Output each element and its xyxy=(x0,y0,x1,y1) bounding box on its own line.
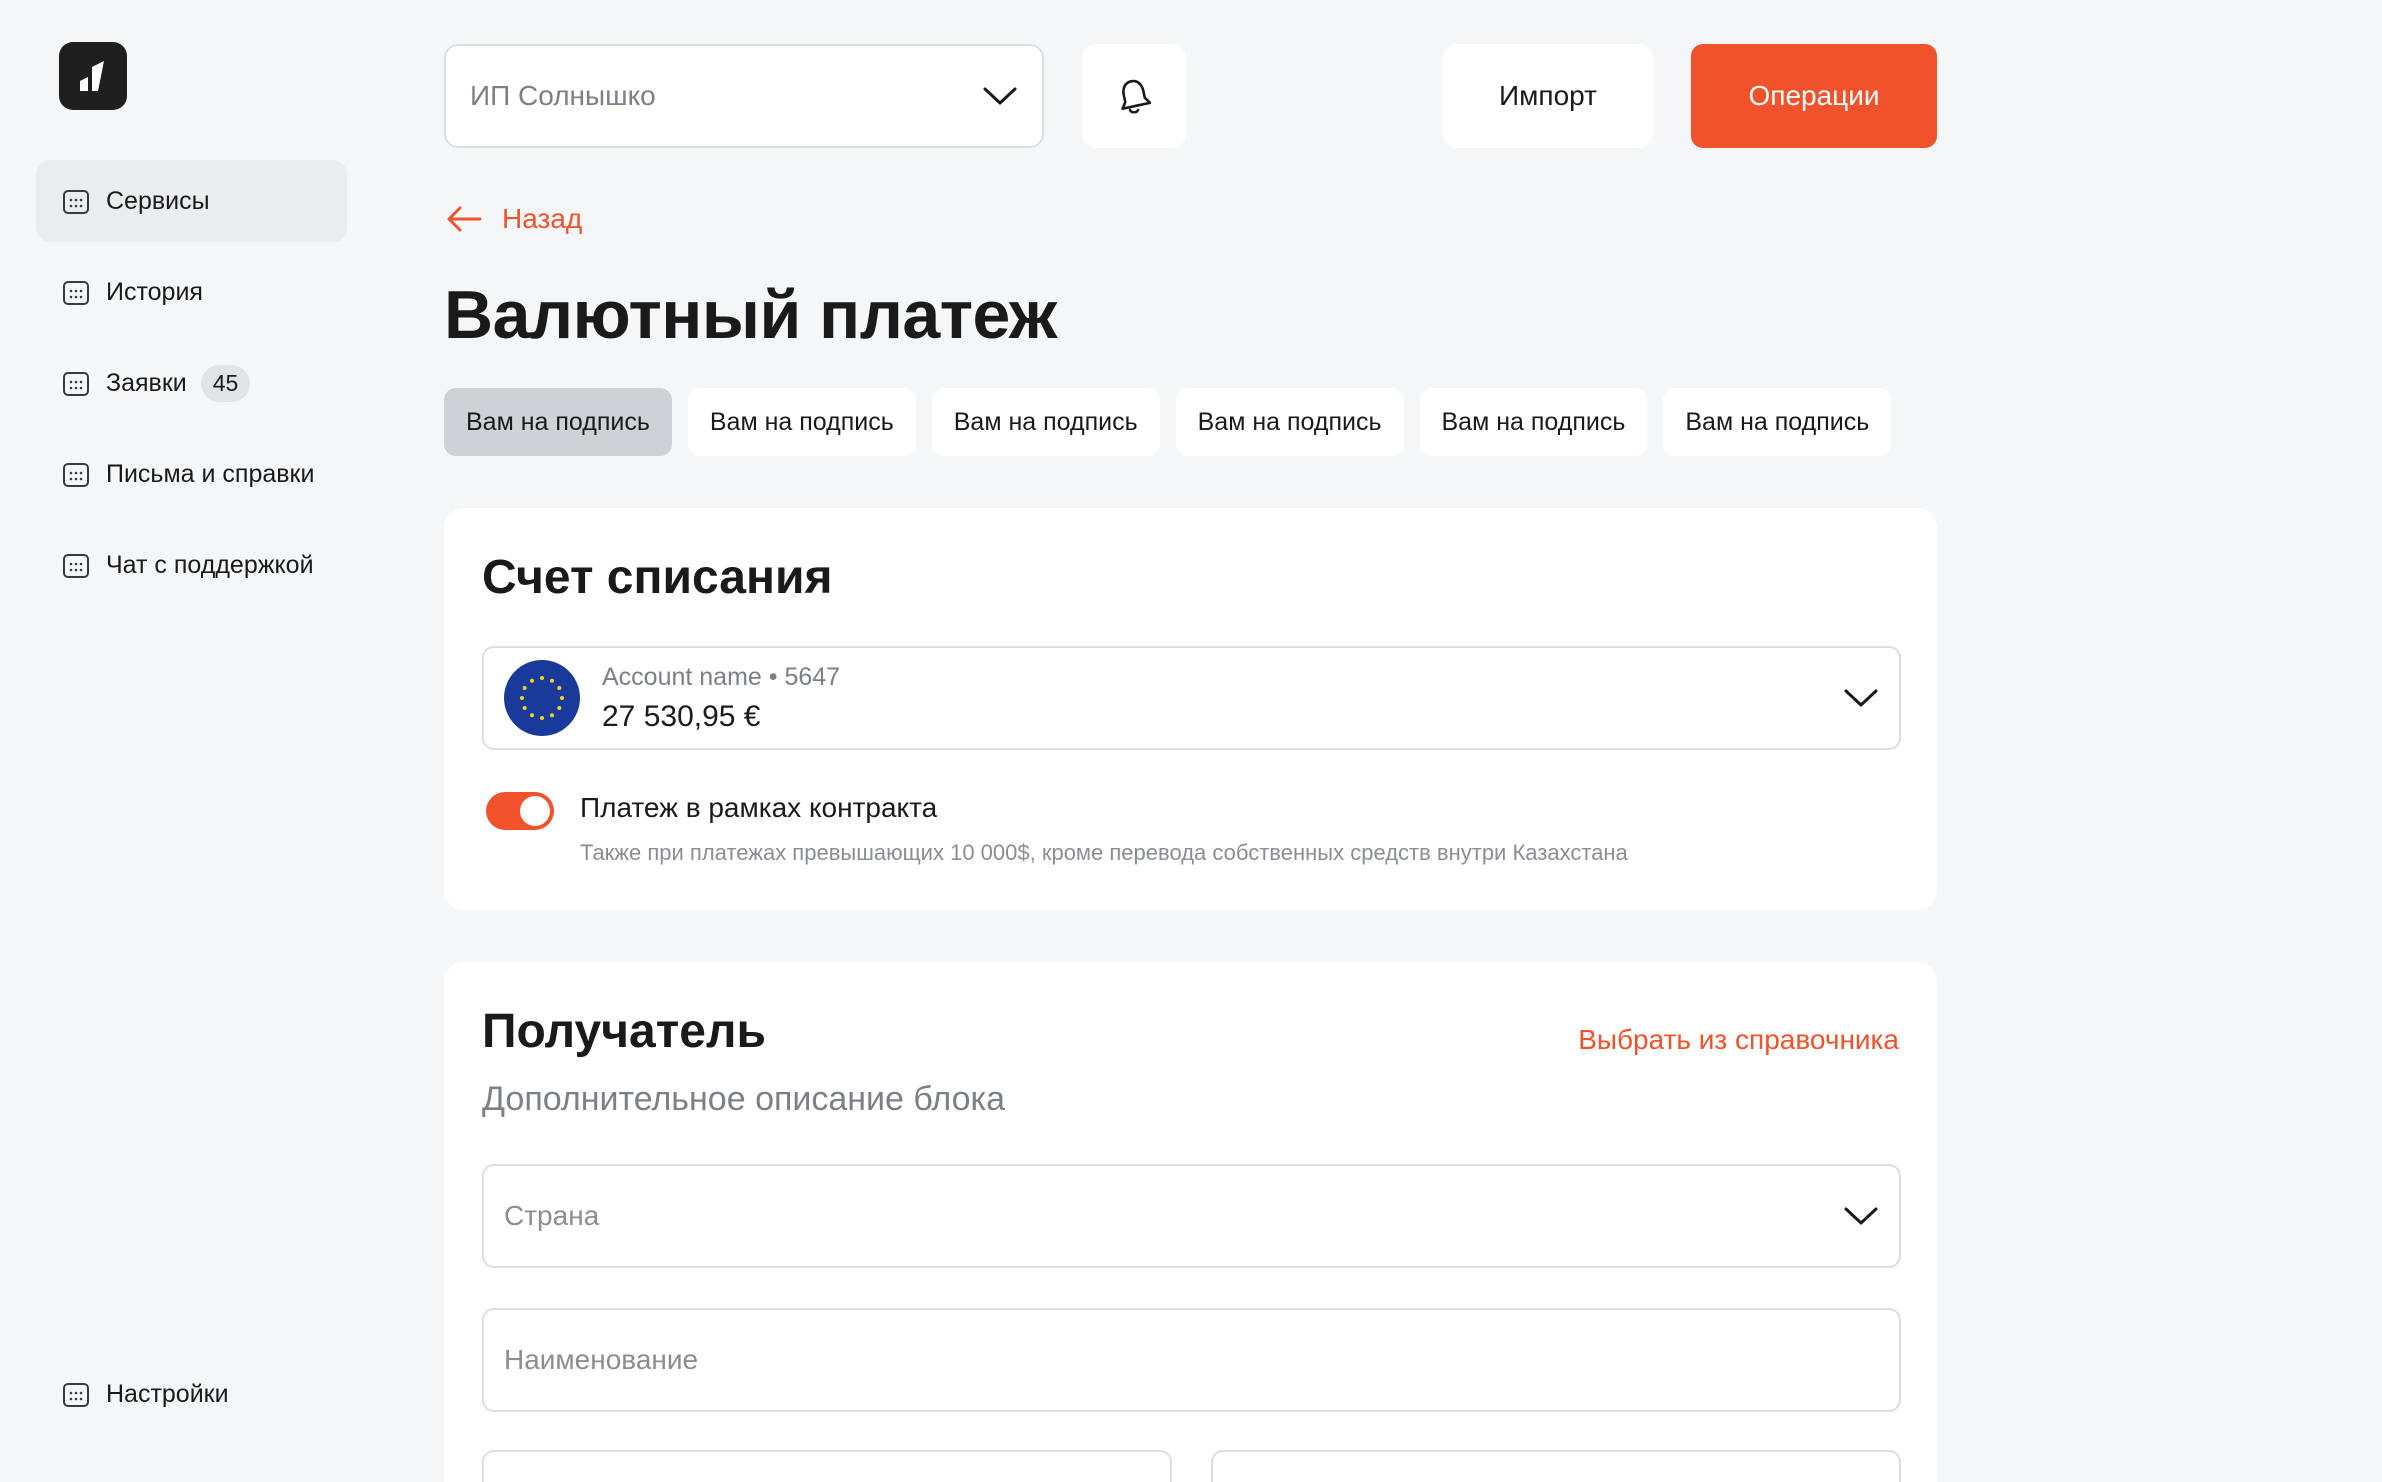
account-name: Account name • 5647 xyxy=(602,662,841,691)
sidebar-item-label: Сервисы xyxy=(106,186,210,215)
sidebar-item-label: Чат с поддержкой xyxy=(106,550,314,579)
tab-sign-4[interactable]: Вам на подпись xyxy=(1175,388,1404,456)
contract-payment-label: Платеж в рамках контракта xyxy=(580,792,938,823)
recipient-card: Получатель Выбрать из справочника Дополн… xyxy=(444,962,1937,1482)
bell-icon xyxy=(1121,79,1151,114)
recipient-title: Получатель xyxy=(482,1005,766,1058)
page-title: Валютный платеж xyxy=(444,277,1057,353)
sidebar-item-label: История xyxy=(106,277,203,306)
tab-sign-5[interactable]: Вам на подпись xyxy=(1419,388,1648,456)
chevron-down-icon xyxy=(983,87,1017,105)
sidebar-item-support-chat[interactable]: Чат с поддержкой xyxy=(36,524,347,606)
recipient-field-right[interactable] xyxy=(1211,1450,1901,1482)
logo-icon xyxy=(80,61,104,91)
contract-payment-toggle[interactable] xyxy=(486,792,554,830)
account-balance: 27 530,95 € xyxy=(602,699,761,733)
status-tabs: Вам на подпись Вам на подпись Вам на под… xyxy=(444,388,1907,456)
tab-sign-3[interactable]: Вам на подпись xyxy=(931,388,1160,456)
sidebar-item-label: Письма и справки xyxy=(106,459,315,488)
chevron-down-icon xyxy=(1844,1207,1878,1225)
contract-payment-hint: Также при платежах превышающих 10 000$, … xyxy=(580,840,1628,865)
operations-button[interactable]: Операции xyxy=(1691,44,1937,148)
requests-count-badge: 45 xyxy=(200,364,251,402)
sidebar-nav: Сервисы История Заявки 45 Письма и справ… xyxy=(36,160,347,615)
tab-sign-2[interactable]: Вам на подпись xyxy=(687,388,916,456)
sidebar-item-settings[interactable]: Настройки xyxy=(36,1353,347,1435)
app-logo[interactable] xyxy=(59,42,127,110)
country-select[interactable]: Страна xyxy=(482,1164,1901,1268)
sidebar-item-history[interactable]: История xyxy=(36,251,347,333)
calendar-icon xyxy=(63,190,89,214)
company-select-value: ИП Солнышко xyxy=(470,80,656,111)
calendar-icon xyxy=(63,554,89,578)
recipient-field-left[interactable] xyxy=(482,1450,1172,1482)
company-select[interactable]: ИП Солнышко xyxy=(444,44,1044,148)
debit-account-title: Счет списания xyxy=(482,551,833,604)
sidebar-bottom: Настройки xyxy=(36,1353,347,1444)
notifications-button[interactable] xyxy=(1082,44,1186,148)
calendar-icon xyxy=(63,463,89,487)
calendar-icon xyxy=(63,1383,89,1407)
choose-from-directory-link[interactable]: Выбрать из справочника xyxy=(1578,1024,1899,1056)
calendar-icon xyxy=(63,372,89,396)
country-placeholder: Страна xyxy=(504,1200,600,1231)
chevron-down-icon xyxy=(1844,689,1878,707)
back-link[interactable]: Назад xyxy=(446,203,582,235)
tab-sign-6[interactable]: Вам на подпись xyxy=(1663,388,1892,456)
sidebar-item-letters[interactable]: Письма и справки xyxy=(36,433,347,515)
account-select[interactable]: Account name • 5647 27 530,95 € xyxy=(482,646,1901,750)
import-button[interactable]: Импорт xyxy=(1443,44,1653,148)
debit-account-card: Счет списания Account name • 5647 27 530… xyxy=(444,508,1937,910)
eu-flag-icon xyxy=(504,660,580,736)
sidebar-item-label: Настройки xyxy=(106,1379,229,1408)
tab-sign-1[interactable]: Вам на подпись xyxy=(444,388,672,456)
sidebar-item-requests[interactable]: Заявки 45 xyxy=(36,342,347,424)
back-link-label: Назад xyxy=(502,203,583,234)
recipient-subtitle: Дополнительное описание блока xyxy=(482,1080,1006,1118)
recipient-name-input[interactable]: Наименование xyxy=(482,1308,1901,1412)
sidebar-item-services[interactable]: Сервисы xyxy=(36,160,347,242)
recipient-name-placeholder: Наименование xyxy=(504,1344,699,1375)
arrow-left-icon xyxy=(447,206,482,232)
sidebar-item-label: Заявки xyxy=(106,368,187,397)
calendar-icon xyxy=(63,281,89,305)
